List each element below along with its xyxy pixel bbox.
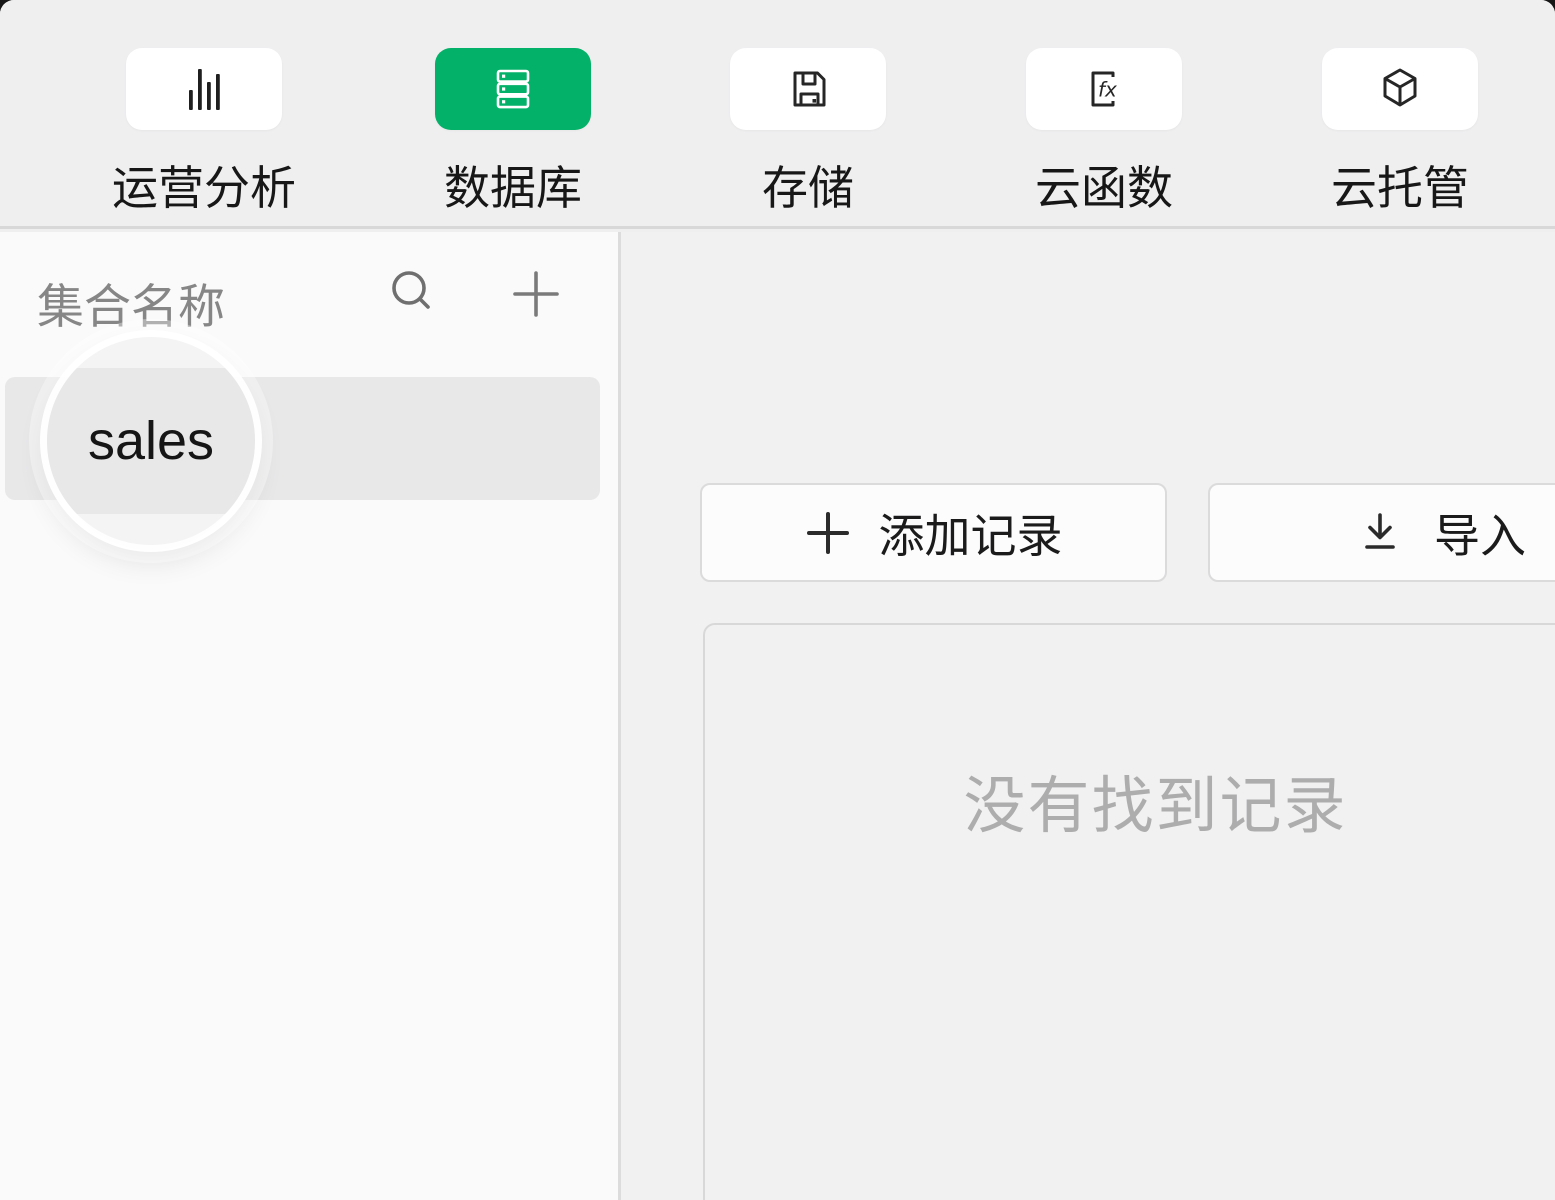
svg-text:fx: fx	[1098, 78, 1117, 102]
tab-label: 数据库	[444, 152, 582, 218]
cursor-magnifier-annotation: sales	[47, 337, 255, 545]
records-panel: 没有找到记录	[703, 623, 1555, 1200]
tab-storage-button[interactable]	[730, 48, 886, 130]
add-record-label: 添加记录	[879, 500, 1063, 566]
plus-icon	[508, 266, 564, 322]
collections-sidebar: 集合名称 sales	[0, 232, 618, 1200]
tab-label: 云函数	[1035, 152, 1173, 218]
console-window: 运营分析 数据库	[0, 0, 1555, 1200]
cube-icon	[1374, 63, 1426, 115]
bar-chart-icon	[178, 63, 230, 115]
function-fx-icon: fx	[1078, 63, 1130, 115]
empty-state-message: 没有找到记录	[705, 755, 1555, 845]
tab-cloud-functions[interactable]: fx 云函数	[1026, 0, 1182, 218]
tab-cloud-hosting-button[interactable]	[1322, 48, 1478, 130]
search-collection-button[interactable]	[384, 264, 440, 320]
plus-icon	[805, 510, 851, 556]
tab-cloud-hosting[interactable]: 云托管	[1322, 0, 1478, 218]
collections-title: 集合名称	[37, 268, 225, 337]
records-pane: 添加记录 导入 没有找到记录	[621, 232, 1555, 1200]
database-icon	[487, 63, 539, 115]
tab-operations-analysis-button[interactable]	[126, 48, 282, 130]
magnified-collection-name: sales	[88, 410, 214, 472]
tab-database-button[interactable]	[435, 48, 591, 130]
tab-cloud-functions-button[interactable]: fx	[1026, 48, 1182, 130]
import-label: 导入	[1434, 500, 1526, 566]
add-record-button[interactable]: 添加记录	[700, 483, 1167, 582]
tab-database[interactable]: 数据库	[435, 0, 591, 218]
tab-label: 存储	[762, 152, 854, 218]
add-collection-button[interactable]	[508, 266, 564, 322]
tab-storage[interactable]: 存储	[730, 0, 886, 218]
tab-label: 云托管	[1331, 152, 1469, 218]
download-icon	[1354, 507, 1406, 559]
tab-operations-analysis[interactable]: 运营分析	[112, 0, 296, 218]
magnified-row: sales	[47, 368, 255, 514]
search-icon	[384, 264, 440, 320]
save-icon	[782, 63, 834, 115]
import-button[interactable]: 导入	[1208, 483, 1555, 582]
top-toolbar: 运营分析 数据库	[0, 0, 1555, 229]
tab-label: 运营分析	[112, 152, 296, 218]
